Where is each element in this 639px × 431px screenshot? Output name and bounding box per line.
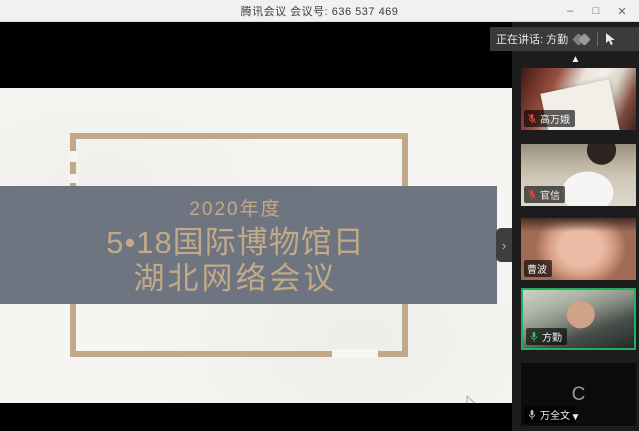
minimize-button[interactable]: –: [557, 0, 583, 22]
video-thumbnail-gaowane[interactable]: 高万娥: [521, 68, 636, 130]
muted-mic-icon: [527, 189, 537, 201]
participant-name-chip: 高万娥: [524, 110, 575, 127]
mouse-cursor: [465, 395, 477, 403]
chevron-right-icon: ›: [502, 238, 506, 253]
window-title: 腾讯会议 会议号: 636 537 469: [241, 3, 399, 19]
participant-name: 方勤: [542, 329, 562, 344]
presentation-slide: 2020年度 5•18国际博物馆日 湖北网络会议: [0, 88, 512, 403]
video-thumbnail-caobo[interactable]: 曹波: [521, 218, 636, 280]
video-thumbnail-guanxin[interactable]: 官信: [521, 144, 636, 206]
divider: [597, 32, 598, 46]
muted-mic-icon: [527, 113, 537, 125]
participant-name-chip: 方勤: [526, 328, 567, 345]
frame-gap: [69, 174, 78, 183]
video-thumbnail-fangqin-active-speaker[interactable]: 方勤: [521, 288, 636, 350]
participant-name: 官信: [540, 187, 560, 202]
participant-name-chip: 曹波: [524, 260, 552, 277]
participant-name: 曹波: [527, 261, 547, 276]
participants-sidebar: ▲ 高万娥 官信: [512, 22, 639, 431]
scroll-down-button[interactable]: ▼: [512, 412, 639, 424]
frame-gap: [69, 151, 78, 162]
meeting-window: 腾讯会议 会议号: 636 537 469 – □ ✕ 2020年度 5•18国…: [0, 0, 639, 431]
close-button[interactable]: ✕: [609, 0, 635, 22]
maximize-button[interactable]: □: [583, 0, 609, 22]
speaking-label: 正在讲话: 方勤: [496, 31, 568, 47]
shared-screen-area: 2020年度 5•18国际博物馆日 湖北网络会议 ›: [0, 22, 512, 431]
speaking-banner: 正在讲话: 方勤: [490, 27, 639, 51]
window-controls: – □ ✕: [557, 0, 635, 22]
slide-title-line2: 湖北网络会议: [134, 261, 338, 297]
slide-title-line1: 5•18国际博物馆日: [106, 225, 365, 261]
participant-name: 高万娥: [540, 111, 570, 126]
frame-gap: [332, 349, 378, 359]
sidebar-collapse-button[interactable]: ›: [496, 228, 512, 262]
scroll-up-button[interactable]: ▲: [512, 54, 639, 66]
title-bar: 腾讯会议 会议号: 636 537 469 – □ ✕: [0, 0, 639, 22]
pointer-arrow-icon[interactable]: [604, 32, 617, 46]
participant-name-chip: 官信: [524, 186, 565, 203]
active-mic-icon: [529, 331, 539, 343]
audio-indicator-icon: [574, 35, 589, 44]
slide-year-text: 2020年度: [189, 194, 281, 221]
slide-title-band: 2020年度 5•18国际博物馆日 湖北网络会议: [0, 186, 497, 304]
